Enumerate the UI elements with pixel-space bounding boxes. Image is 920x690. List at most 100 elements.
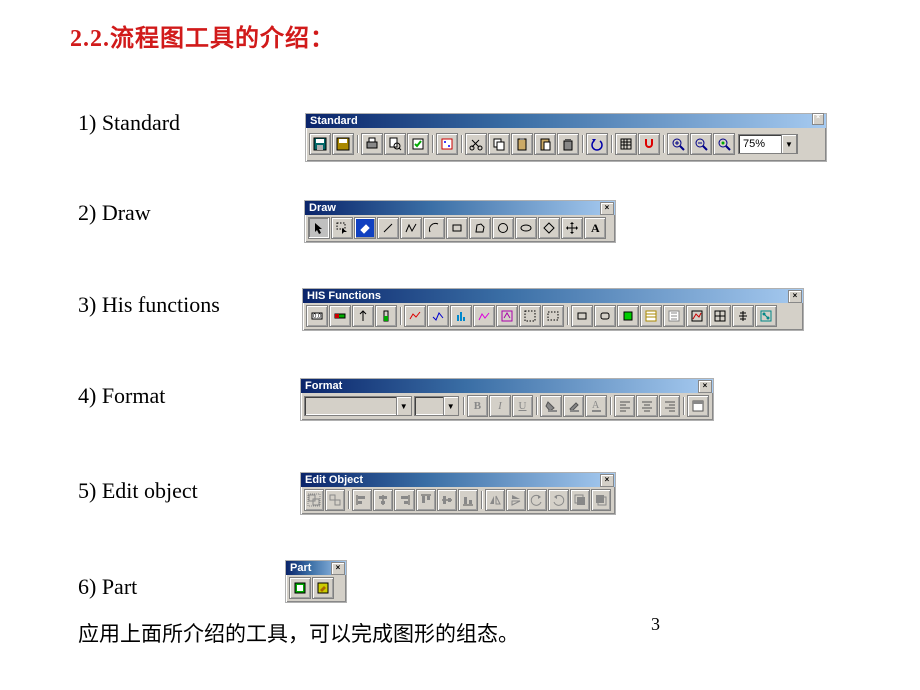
copy-button[interactable] bbox=[488, 133, 510, 155]
toolbar-title: Format × bbox=[301, 379, 713, 393]
delete-button[interactable] bbox=[557, 133, 579, 155]
align-c-button[interactable] bbox=[373, 489, 393, 511]
zoom-in-button[interactable] bbox=[667, 133, 689, 155]
font-combo[interactable]: ▼ bbox=[304, 396, 412, 416]
print-preview-button[interactable] bbox=[384, 133, 406, 155]
group-icon bbox=[307, 493, 321, 507]
align-left-button[interactable] bbox=[614, 395, 636, 417]
cut-button[interactable] bbox=[465, 133, 487, 155]
data-bar-button[interactable] bbox=[329, 305, 351, 327]
polygon-button[interactable] bbox=[469, 217, 491, 239]
zoom-combo[interactable]: 75% ▼ bbox=[738, 134, 798, 154]
close-icon[interactable]: × bbox=[600, 474, 614, 487]
flip-h-button[interactable] bbox=[485, 489, 505, 511]
grid2-icon bbox=[713, 309, 727, 323]
chart-button[interactable] bbox=[686, 305, 708, 327]
chevron-down-icon[interactable]: ▼ bbox=[396, 397, 411, 415]
polyline-button[interactable] bbox=[400, 217, 422, 239]
size-combo[interactable]: ▼ bbox=[414, 396, 459, 416]
text-button[interactable]: A bbox=[584, 217, 606, 239]
front-button[interactable] bbox=[570, 489, 590, 511]
trend1-button[interactable] bbox=[404, 305, 426, 327]
part-edit-button[interactable] bbox=[312, 577, 334, 599]
grid2-button[interactable] bbox=[709, 305, 731, 327]
link-icon bbox=[759, 309, 773, 323]
trend4-button[interactable] bbox=[473, 305, 495, 327]
diamond-button[interactable] bbox=[538, 217, 560, 239]
eraser-icon bbox=[358, 221, 372, 235]
flip-v-button[interactable] bbox=[506, 489, 526, 511]
data-display-button[interactable]: 0.0 bbox=[306, 305, 328, 327]
align-l-button[interactable] bbox=[352, 489, 372, 511]
paste-button[interactable] bbox=[511, 133, 533, 155]
line-button[interactable] bbox=[377, 217, 399, 239]
link-button[interactable] bbox=[755, 305, 777, 327]
align-t-button[interactable] bbox=[416, 489, 436, 511]
zoom-all-button[interactable] bbox=[713, 133, 735, 155]
chevron-down-icon[interactable]: ▼ bbox=[781, 134, 797, 154]
faceplate-button[interactable] bbox=[496, 305, 518, 327]
close-icon[interactable]: × bbox=[788, 290, 802, 303]
trend2-button[interactable] bbox=[427, 305, 449, 327]
window-button[interactable] bbox=[542, 305, 564, 327]
indicator-button[interactable] bbox=[617, 305, 639, 327]
marker-button[interactable] bbox=[352, 305, 374, 327]
toolbar-title-label: Draw bbox=[309, 202, 336, 214]
chart-icon bbox=[690, 309, 704, 323]
list2-button[interactable] bbox=[663, 305, 685, 327]
rotate-r-button[interactable] bbox=[548, 489, 568, 511]
undo-icon bbox=[590, 137, 604, 151]
text-color-button[interactable]: A bbox=[585, 395, 607, 417]
delete-icon bbox=[561, 137, 575, 151]
ungroup-button[interactable] bbox=[325, 489, 345, 511]
arc-button[interactable] bbox=[423, 217, 445, 239]
button-oval-button[interactable] bbox=[594, 305, 616, 327]
underline-button[interactable]: U bbox=[512, 395, 534, 417]
close-icon[interactable]: × bbox=[812, 113, 824, 125]
print-button[interactable] bbox=[361, 133, 383, 155]
trend3-button[interactable] bbox=[450, 305, 472, 327]
rectangle-button[interactable] bbox=[446, 217, 468, 239]
grid-button[interactable] bbox=[615, 133, 637, 155]
pointer-button[interactable] bbox=[308, 217, 330, 239]
zoom-out-button[interactable] bbox=[690, 133, 712, 155]
group-button[interactable] bbox=[304, 489, 324, 511]
rotate-l-button[interactable] bbox=[527, 489, 547, 511]
move-button[interactable] bbox=[561, 217, 583, 239]
part-insert-button[interactable] bbox=[289, 577, 311, 599]
check-icon bbox=[411, 137, 425, 151]
save-partial-button[interactable] bbox=[332, 133, 354, 155]
toolbar-title: Part × bbox=[286, 561, 346, 575]
props-button[interactable] bbox=[687, 395, 709, 417]
check-button[interactable] bbox=[407, 133, 429, 155]
line-color-button[interactable] bbox=[563, 395, 585, 417]
align-center-button[interactable] bbox=[636, 395, 658, 417]
level-button[interactable] bbox=[375, 305, 397, 327]
oval-button[interactable] bbox=[515, 217, 537, 239]
eraser-button[interactable] bbox=[354, 217, 376, 239]
ellipse-button[interactable] bbox=[492, 217, 514, 239]
rect-tool-button[interactable] bbox=[519, 305, 541, 327]
fill-button[interactable] bbox=[540, 395, 562, 417]
format-toolbar: Format × ▼ ▼ B I U A bbox=[300, 378, 714, 421]
italic-button[interactable]: I bbox=[489, 395, 511, 417]
align-m-button[interactable] bbox=[437, 489, 457, 511]
bold-button[interactable]: B bbox=[467, 395, 489, 417]
snap-button[interactable] bbox=[638, 133, 660, 155]
paste-attr-button[interactable] bbox=[534, 133, 556, 155]
align-b-button[interactable] bbox=[458, 489, 478, 511]
area-select-button[interactable] bbox=[331, 217, 353, 239]
align-r-button[interactable] bbox=[394, 489, 414, 511]
button-rect-button[interactable] bbox=[571, 305, 593, 327]
chevron-down-icon[interactable]: ▼ bbox=[443, 397, 458, 415]
symbol-button[interactable] bbox=[732, 305, 754, 327]
back-button[interactable] bbox=[591, 489, 611, 511]
close-icon[interactable]: × bbox=[331, 562, 345, 575]
save-button[interactable] bbox=[309, 133, 331, 155]
close-icon[interactable]: × bbox=[600, 202, 614, 215]
align-right-button[interactable] bbox=[659, 395, 681, 417]
properties-button[interactable] bbox=[436, 133, 458, 155]
undo-button[interactable] bbox=[586, 133, 608, 155]
close-icon[interactable]: × bbox=[698, 380, 712, 393]
list1-button[interactable] bbox=[640, 305, 662, 327]
